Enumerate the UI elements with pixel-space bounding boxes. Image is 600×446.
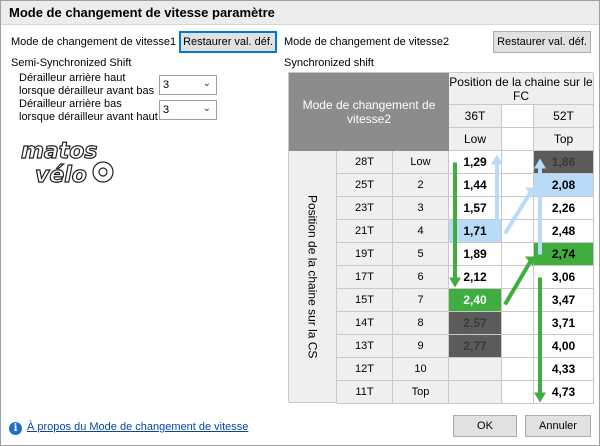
mode2-label: Mode de changement de vitesse2 (284, 36, 450, 48)
field1-label-line2: lorsque dérailleur avant bas (19, 85, 155, 97)
semi-sync-subtitle: Semi-Synchronized Shift (11, 57, 132, 69)
gear-ratio-table: Mode de changement de vitesse2 Position … (288, 72, 594, 404)
matos-velo-logo: matos vélo (20, 138, 114, 188)
sync-subtitle: Synchronized shift (284, 57, 374, 69)
svg-text:matos: matos (21, 139, 98, 164)
about-link[interactable]: À propos du Mode de changement de vitess… (27, 421, 248, 433)
ok-button[interactable]: OK (453, 415, 517, 437)
window-title: Mode de changement de vitesse paramètre (9, 5, 275, 20)
cancel-button[interactable]: Annuler (525, 415, 591, 437)
arrow-head (534, 392, 546, 403)
rear-low-select[interactable]: 3 ⌄ (159, 100, 217, 120)
chevron-down-icon: ⌄ (202, 78, 211, 89)
rear-high-value: 3 (163, 79, 170, 91)
field2-label-line1: Dérailleur arrière bas (19, 98, 122, 110)
rear-low-value: 3 (163, 104, 170, 116)
arrow-head (491, 154, 503, 165)
diag-up-arrow (503, 190, 533, 235)
field1-label-line1: Dérailleur arrière haut (19, 72, 126, 84)
title-bar: Mode de changement de vitesse paramètre (1, 1, 599, 25)
info-icon: i (9, 422, 22, 435)
chevron-down-icon: ⌄ (202, 103, 211, 114)
field2-label-line2: lorsque dérailleur avant haut (19, 111, 158, 123)
arrow-head (449, 277, 461, 288)
restore-defaults-button-1[interactable]: Restaurer val. déf. (179, 31, 277, 53)
settings-dialog: Mode de changement de vitesse paramètre … (0, 0, 600, 446)
mode1-label: Mode de changement de vitesse1 (11, 36, 177, 48)
shift-arrows (449, 154, 546, 403)
restore-defaults-button-2[interactable]: Restaurer val. déf. (493, 31, 591, 53)
rear-high-select[interactable]: 3 ⌄ (159, 75, 217, 95)
arrow-head (534, 158, 546, 169)
diag-green-arrow (503, 259, 533, 306)
svg-text:vélo: vélo (35, 163, 87, 188)
